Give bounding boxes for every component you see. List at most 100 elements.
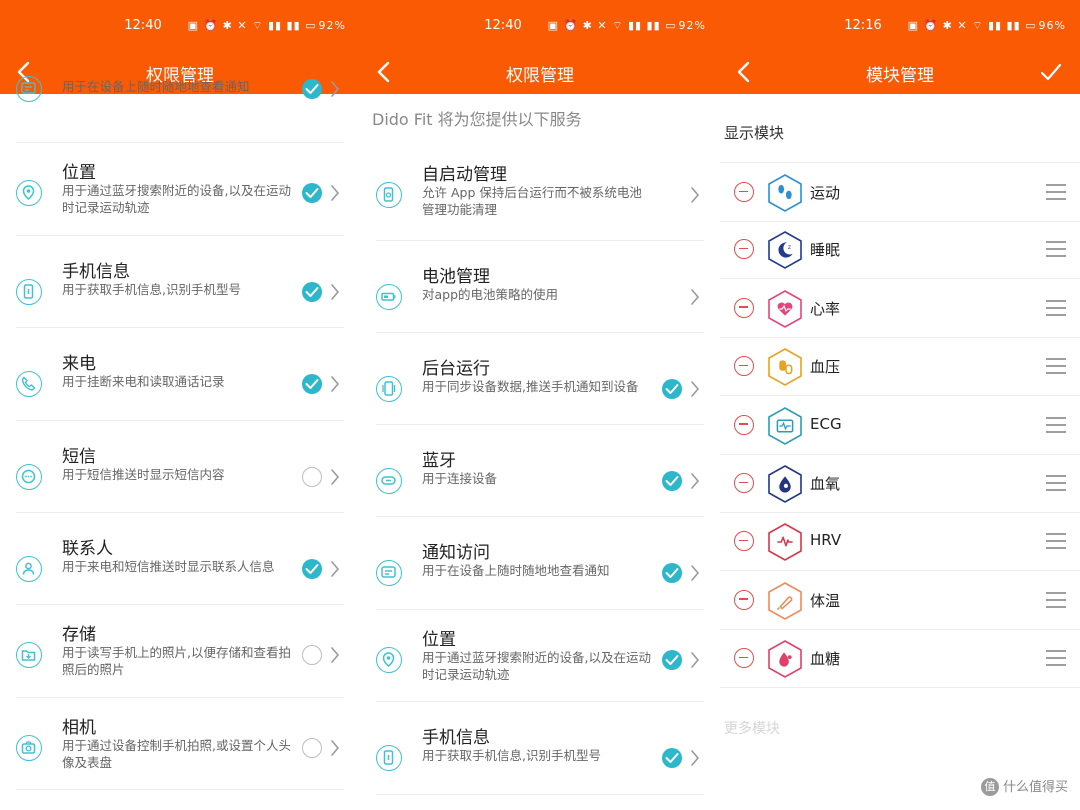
permission-checkbox-unchecked[interactable]: [302, 467, 322, 487]
permission-name: 来电: [62, 354, 96, 374]
permission-row[interactable]: 自启动管理 允许 App 保持后台运行而不被系统电池管理功能清理: [376, 144, 704, 241]
chevron-right-icon[interactable]: [690, 288, 700, 306]
permission-row[interactable]: 蓝牙 用于连接设备: [376, 424, 704, 517]
notification-icon: [16, 76, 42, 102]
drag-handle-icon[interactable]: [1046, 357, 1066, 375]
chevron-right-icon[interactable]: [330, 468, 340, 486]
autostart-icon: [376, 182, 402, 208]
permission-description: 用于连接设备: [422, 471, 498, 486]
module-row[interactable]: HRV: [720, 512, 1080, 572]
remove-module-button[interactable]: [734, 473, 754, 493]
drag-handle-icon[interactable]: [1046, 299, 1066, 317]
contact-icon: [16, 556, 42, 582]
location-icon: [376, 647, 402, 673]
chevron-right-icon[interactable]: [330, 283, 340, 301]
sms-icon: [16, 464, 42, 490]
permission-description: 用于同步设备数据,推送手机通知到设备: [422, 379, 639, 394]
permission-checkbox-checked[interactable]: [662, 471, 682, 491]
permission-name: 蓝牙: [422, 451, 456, 471]
remove-module-button[interactable]: [734, 648, 754, 669]
drag-handle-icon[interactable]: [1046, 591, 1066, 609]
module-row[interactable]: 血糖: [720, 629, 1080, 689]
drag-handle-icon[interactable]: [1046, 416, 1066, 434]
chevron-right-icon[interactable]: [690, 472, 700, 490]
chevron-right-icon[interactable]: [330, 560, 340, 578]
module-name: 血压: [810, 358, 841, 377]
chevron-right-icon[interactable]: [690, 749, 700, 767]
remove-module-button[interactable]: [734, 297, 754, 318]
permission-description: 用于在设备上随时随地地查看通知: [422, 563, 610, 578]
drag-handle-icon[interactable]: [1046, 474, 1066, 492]
chevron-right-icon[interactable]: [690, 564, 700, 582]
permission-name: 后台运行: [422, 359, 490, 379]
permission-checkbox-unchecked[interactable]: [302, 645, 322, 665]
chevron-right-icon[interactable]: [690, 186, 700, 204]
permission-row[interactable]: 手机信息 用于获取手机信息,识别手机型号: [376, 701, 704, 795]
page-title: 模块管理: [866, 66, 934, 86]
remove-module-button[interactable]: [734, 589, 754, 610]
status-icons: ▣ ⏰ ✱ ✕ ⌔ ▮▮ ▮▮ ▭ 92%: [547, 19, 706, 32]
module-row[interactable]: z 睡眠: [720, 220, 1080, 280]
chevron-right-icon[interactable]: [330, 80, 340, 98]
permission-description: 允许 App 保持后台运行而不被系统电池管理功能清理: [422, 185, 642, 217]
module-management-screen: 12:16 ▣ ⏰ ✱ ✕ ⌔ ▮▮ ▮▮ ▭ 96% 模块管理 显示模块 更多模…: [720, 0, 1080, 810]
remove-module-button[interactable]: [734, 531, 754, 552]
chevron-right-icon[interactable]: [330, 375, 340, 393]
module-row[interactable]: 体温: [720, 571, 1080, 630]
drag-handle-icon[interactable]: [1046, 532, 1066, 550]
confirm-check-icon[interactable]: [1040, 61, 1062, 83]
chevron-right-icon[interactable]: [690, 380, 700, 398]
permission-row[interactable]: 存储 用于读写手机上的照片,以便存储和查看拍照后的照片: [16, 604, 344, 698]
permission-checkbox-checked[interactable]: [662, 563, 682, 583]
permission-row[interactable]: 短信 用于短信推送时显示短信内容: [16, 420, 344, 513]
module-row[interactable]: ECG: [720, 396, 1080, 455]
background-icon: [376, 376, 402, 402]
permission-row[interactable]: 后台运行 用于同步设备数据,推送手机通知到设备: [376, 332, 704, 425]
permission-checkbox-checked[interactable]: [662, 650, 682, 670]
permission-name: 相机: [62, 718, 96, 738]
battery-level: 92%: [678, 19, 706, 32]
chevron-right-icon[interactable]: [690, 651, 700, 669]
permission-row[interactable]: 相机 用于通过设备控制手机拍照,或设置个人头像及表盘: [16, 697, 344, 790]
permission-checkbox-checked[interactable]: [302, 79, 322, 99]
permission-row[interactable]: 电池管理 对app的电池策略的使用: [376, 240, 704, 333]
remove-module-button[interactable]: [734, 239, 754, 260]
drag-handle-icon[interactable]: [1046, 183, 1066, 201]
module-row[interactable]: 运动: [720, 162, 1080, 222]
permission-name: 短信: [62, 447, 96, 467]
module-row[interactable]: 血压: [720, 337, 1080, 397]
drag-handle-icon[interactable]: [1046, 240, 1066, 258]
permission-checkbox-checked[interactable]: [662, 748, 682, 768]
section-title: 显示模块: [724, 124, 785, 142]
permission-name: 通知访问: [422, 543, 490, 563]
permission-row[interactable]: 位置 用于通过蓝牙搜索附近的设备,以及在运动时记录运动轨迹: [376, 609, 704, 702]
permission-checkbox-checked[interactable]: [302, 282, 322, 302]
status-bar: 12:40 ▣ ⏰ ✱ ✕ ⌔ ▮▮ ▮▮ ▭ 92%: [360, 0, 720, 50]
bluetooth-icon: [376, 468, 402, 494]
permission-row[interactable]: 位置 用于通过蓝牙搜索附近的设备,以及在运动时记录运动轨迹: [16, 142, 344, 236]
battery-level: 92%: [318, 19, 346, 32]
remove-module-button[interactable]: [734, 182, 754, 202]
permission-checkbox-checked[interactable]: [662, 379, 682, 399]
remove-module-button[interactable]: [734, 356, 754, 377]
permission-row[interactable]: 手机信息 用于获取手机信息,识别手机型号: [16, 235, 344, 328]
permission-description: 用于通过蓝牙搜索附近的设备,以及在运动时记录运动轨迹: [422, 650, 651, 682]
permission-checkbox-checked[interactable]: [302, 183, 322, 203]
permission-checkbox-unchecked[interactable]: [302, 738, 322, 758]
permission-name: 位置: [422, 630, 456, 650]
permission-row[interactable]: 通知访问 用于在设备上随时随地地查看通知: [376, 516, 704, 610]
permission-name: 位置: [62, 163, 96, 183]
permission-row[interactable]: 用于在设备上随时随地地查看通知: [16, 74, 344, 143]
permission-description: 用于挂断来电和读取通话记录: [62, 374, 225, 389]
permission-checkbox-checked[interactable]: [302, 559, 322, 579]
chevron-right-icon[interactable]: [330, 184, 340, 202]
module-row[interactable]: 心率: [720, 279, 1080, 338]
module-row[interactable]: 血氧: [720, 454, 1080, 513]
permission-checkbox-checked[interactable]: [302, 374, 322, 394]
chevron-right-icon[interactable]: [330, 739, 340, 757]
permission-row[interactable]: 来电 用于挂断来电和读取通话记录: [16, 327, 344, 421]
permission-row[interactable]: 联系人 用于来电和短信推送时显示联系人信息: [16, 512, 344, 605]
chevron-right-icon[interactable]: [330, 646, 340, 664]
drag-handle-icon[interactable]: [1046, 649, 1066, 667]
remove-module-button[interactable]: [734, 414, 754, 435]
